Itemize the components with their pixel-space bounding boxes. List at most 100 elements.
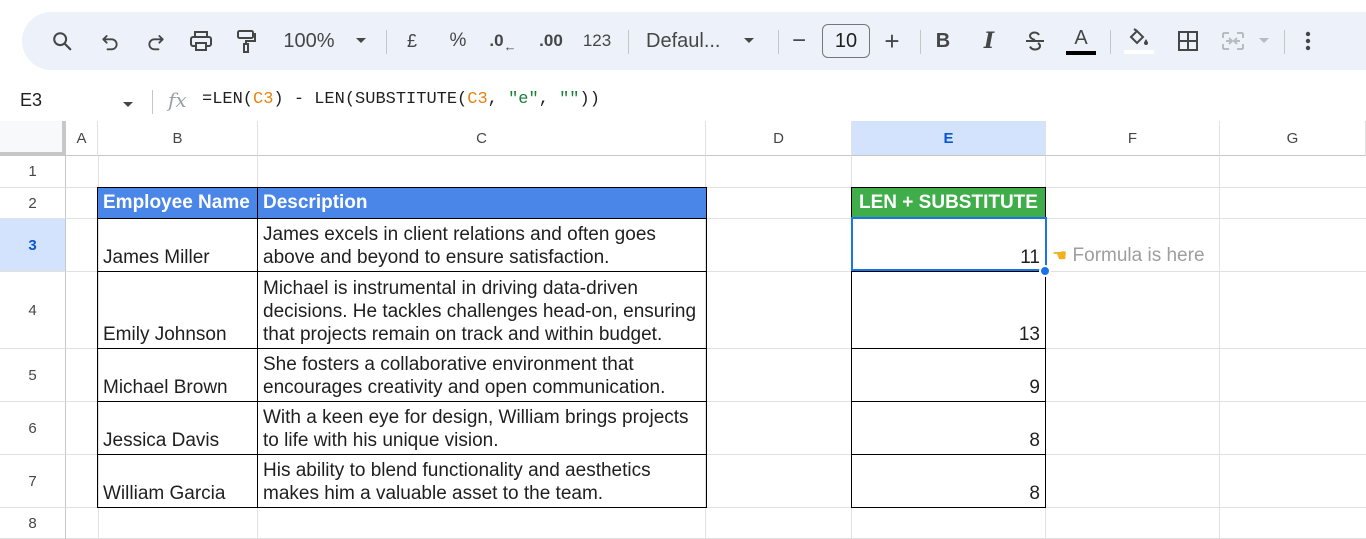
formula-bar: E3 fx =LEN(C3) - LEN(SUBSTITUTE(C3, "e",…	[0, 82, 1366, 122]
toolbar-divider	[1284, 30, 1285, 54]
cell-b4[interactable]: Emily Johnson	[97, 271, 258, 349]
cell-b5[interactable]: Michael Brown	[97, 348, 258, 402]
cell-c3[interactable]: James excels in client relations and oft…	[257, 218, 707, 272]
font-family-select[interactable]: Defaul...	[646, 12, 728, 70]
employee-name: Michael Brown	[103, 377, 228, 398]
paint-format-icon[interactable]	[234, 12, 258, 70]
column-header-d[interactable]: D	[706, 121, 852, 156]
result-value: 8	[1029, 483, 1040, 504]
employee-description: James excels in client relations and oft…	[263, 224, 656, 268]
employee-name: Jessica Davis	[103, 430, 220, 451]
fill-color-button[interactable]	[1122, 12, 1156, 70]
decrease-decimal-label: .0	[489, 31, 504, 50]
font-size-value: 10	[834, 29, 858, 52]
pointing-hand-icon: ☚	[1052, 246, 1068, 265]
cell-e6[interactable]: 8	[851, 401, 1046, 455]
header-description[interactable]: Description	[257, 187, 707, 219]
minus-icon: −	[791, 27, 806, 54]
row-header-5[interactable]: 5	[0, 349, 66, 402]
paint-bucket-icon	[1129, 28, 1148, 45]
search-menus-icon[interactable]	[50, 12, 74, 70]
formula-text: ))	[579, 90, 600, 109]
employee-description: She fosters a collaborative environment …	[263, 354, 666, 398]
arrow-left-icon: ←	[503, 38, 517, 54]
column-header-f[interactable]: F	[1046, 121, 1220, 156]
cell-e5[interactable]: 9	[851, 348, 1046, 402]
undo-icon[interactable]	[98, 12, 122, 70]
column-header-c[interactable]: C	[258, 121, 706, 156]
borders-icon[interactable]	[1176, 12, 1200, 70]
increase-font-size-button[interactable]: +	[880, 12, 904, 70]
cell-b3[interactable]: James Miller	[97, 218, 258, 272]
row-header-3[interactable]: 3	[0, 219, 66, 272]
toolbar-divider	[386, 30, 387, 54]
merge-cells-icon[interactable]	[1220, 12, 1246, 70]
row-header-4[interactable]: 4	[0, 272, 66, 349]
number-format-button[interactable]: 123	[580, 12, 614, 70]
row-header-1[interactable]: 1	[0, 156, 66, 188]
formula-input[interactable]: =LEN(C3) - LEN(SUBSTITUTE(C3, "e", ""))	[202, 90, 600, 109]
column-header-a[interactable]: A	[66, 121, 98, 156]
decrease-font-size-button[interactable]: −	[788, 12, 810, 70]
text-color-button[interactable]: A	[1064, 12, 1098, 70]
text-color-swatch	[1066, 50, 1096, 55]
column-header-e[interactable]: E	[852, 121, 1046, 156]
cell-c4[interactable]: Michael is instrumental in driving data-…	[257, 271, 707, 349]
cell-c7[interactable]: His ability to blend functionality and a…	[257, 454, 707, 508]
active-cell-selection	[851, 217, 1047, 271]
spreadsheet-grid: A B C D E F G 1 2 3 4 5 6 7 8 Employee N…	[0, 121, 1366, 539]
print-icon[interactable]	[188, 12, 214, 70]
formula-string: ""	[559, 90, 580, 109]
cell-e4[interactable]: 13	[851, 271, 1046, 349]
column-header-b[interactable]: B	[98, 121, 258, 156]
toolbar-divider	[778, 30, 779, 54]
cell-c6[interactable]: With a keen eye for design, William brin…	[257, 401, 707, 455]
italic-button[interactable]: I	[978, 12, 1000, 70]
formula-text: ) - LEN(SUBSTITUTE(	[273, 90, 468, 109]
increase-decimal-button[interactable]: .00	[534, 12, 568, 70]
row-header-2[interactable]: 2	[0, 188, 66, 219]
zoom-select[interactable]: 100%	[280, 12, 338, 70]
employee-description: His ability to blend functionality and a…	[263, 460, 651, 504]
formula-cell-ref: C3	[253, 90, 274, 109]
toolbar-divider	[628, 30, 629, 54]
decrease-decimal-button[interactable]: .0 ←	[488, 12, 518, 70]
cell-c5[interactable]: She fosters a collaborative environment …	[257, 348, 707, 402]
header-employee-name[interactable]: Employee Name	[97, 187, 258, 219]
cell-b6[interactable]: Jessica Davis	[97, 401, 258, 455]
percent-label: %	[449, 30, 467, 51]
name-box-dropdown-icon[interactable]	[122, 96, 134, 114]
row-header-8[interactable]: 8	[0, 508, 66, 539]
employee-description: With a keen eye for design, William brin…	[263, 407, 689, 451]
bold-button[interactable]: B	[932, 12, 954, 70]
zoom-dropdown-icon[interactable]	[352, 12, 370, 70]
employee-name: James Miller	[103, 247, 210, 268]
cell-b7[interactable]: William Garcia	[97, 454, 258, 508]
increase-decimal-label: .00	[539, 31, 563, 50]
percent-button[interactable]: %	[446, 12, 470, 70]
more-options-icon[interactable]	[1298, 12, 1318, 70]
row-header-6[interactable]: 6	[0, 402, 66, 455]
merge-dropdown-icon[interactable]	[1256, 12, 1272, 70]
annotation-note: ☚ Formula is here	[1052, 245, 1205, 267]
redo-icon[interactable]	[144, 12, 168, 70]
name-box[interactable]: E3	[20, 90, 42, 111]
header-len-substitute[interactable]: LEN + SUBSTITUTE	[851, 187, 1046, 219]
font-family-dropdown-icon[interactable]	[740, 12, 758, 70]
formula-text: ,	[487, 90, 509, 109]
employee-name: William Garcia	[103, 483, 226, 504]
row-header-7[interactable]: 7	[0, 455, 66, 508]
strikethrough-icon[interactable]	[1022, 12, 1048, 70]
font-size-input[interactable]: 10	[822, 24, 870, 58]
employee-name: Emily Johnson	[103, 324, 227, 345]
fill-handle[interactable]	[1039, 265, 1051, 277]
toolbar-divider	[1110, 30, 1111, 54]
currency-button[interactable]: £	[402, 12, 422, 70]
text-color-icon: A	[1074, 26, 1088, 49]
column-header-g[interactable]: G	[1220, 121, 1366, 156]
formula-divider	[152, 90, 153, 114]
formula-text: ,	[538, 90, 560, 109]
cell-e7[interactable]: 8	[851, 454, 1046, 508]
select-all-corner[interactable]	[0, 121, 66, 156]
formula-string: "e"	[508, 90, 539, 109]
